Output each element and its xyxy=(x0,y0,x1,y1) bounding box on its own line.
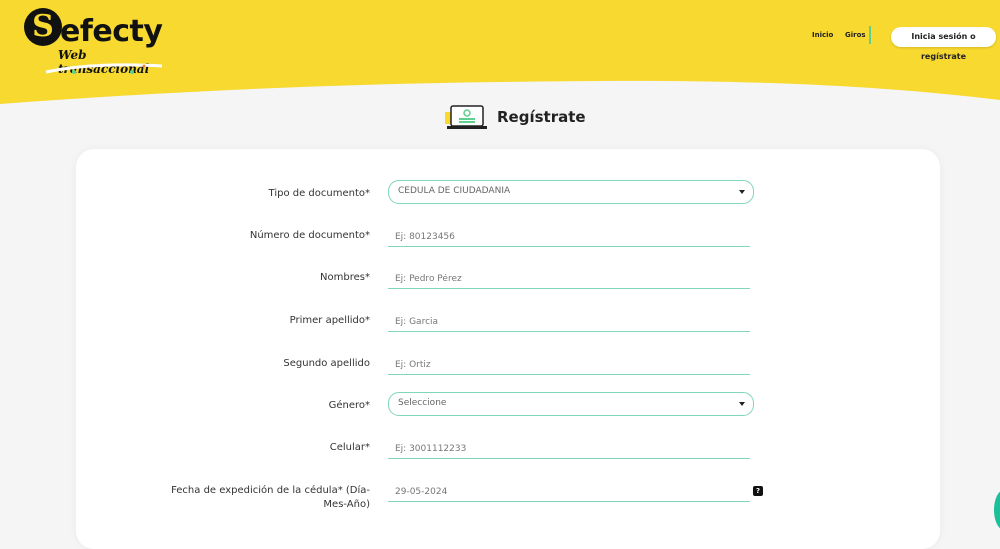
genero-value: Seleccione xyxy=(398,398,447,408)
register-form-card: Tipo de documento* CEDULA DE CIUDADANIA … xyxy=(76,149,940,549)
row-fecha-expedicion: Fecha de expedición de la cédula* (Día- … xyxy=(76,482,940,524)
header: S efecty Web transaccional Inicio Giros … xyxy=(0,0,1000,110)
logo-swoosh-icon xyxy=(45,63,163,74)
efecty-logo[interactable]: S efecty Web transaccional xyxy=(22,8,163,76)
nav-divider xyxy=(869,26,871,44)
page-title: Regístrate xyxy=(497,108,586,126)
label-tipo-documento: Tipo de documento* xyxy=(268,188,370,199)
label-primer-apellido: Primer apellido* xyxy=(289,315,370,326)
nav-link-giros[interactable]: Giros xyxy=(845,31,866,39)
primer-apellido-input[interactable] xyxy=(388,312,750,332)
label-fecha-expedicion-line2: Mes-Año) xyxy=(323,499,370,510)
label-celular: Celular* xyxy=(329,442,370,453)
row-primer-apellido: Primer apellido* xyxy=(76,312,940,354)
label-fecha-expedicion-line1: Fecha de expedición de la cédula* (Día- xyxy=(171,485,370,496)
nombres-input[interactable] xyxy=(388,269,750,289)
logo-letter: S xyxy=(24,8,62,46)
row-nombres: Nombres* xyxy=(76,269,940,311)
chat-icon[interactable] xyxy=(994,490,1000,530)
row-tipo-documento: Tipo de documento* CEDULA DE CIUDADANIA xyxy=(76,180,940,227)
genero-select[interactable]: Seleccione xyxy=(388,392,754,416)
row-numero-documento: Número de documento* xyxy=(76,227,940,269)
segundo-apellido-input[interactable] xyxy=(388,355,750,375)
help-icon[interactable]: ? xyxy=(753,486,763,496)
celular-input[interactable] xyxy=(388,439,750,459)
tipo-documento-value: CEDULA DE CIUDADANIA xyxy=(398,186,511,196)
laptop-register-icon xyxy=(445,105,487,129)
login-register-button[interactable]: Inicia sesión o regístrate xyxy=(891,27,996,61)
chevron-down-icon xyxy=(739,402,745,406)
nav-link-inicio[interactable]: Inicio xyxy=(812,31,833,39)
numero-documento-input[interactable] xyxy=(388,227,750,247)
label-numero-documento: Número de documento* xyxy=(249,230,370,241)
tipo-documento-select[interactable]: CEDULA DE CIUDADANIA xyxy=(388,180,754,204)
label-segundo-apellido: Segundo apellido xyxy=(283,358,370,369)
label-genero: Género* xyxy=(328,400,370,411)
label-nombres: Nombres* xyxy=(320,272,370,283)
logo-word: efecty xyxy=(60,14,163,49)
row-genero: Género* Seleccione xyxy=(76,392,940,439)
row-celular: Celular* xyxy=(76,439,940,481)
chevron-down-icon xyxy=(739,190,745,194)
label-fecha-expedicion: Fecha de expedición de la cédula* (Día- … xyxy=(170,484,370,512)
row-segundo-apellido: Segundo apellido xyxy=(76,355,940,397)
fecha-expedicion-input[interactable] xyxy=(388,482,750,502)
